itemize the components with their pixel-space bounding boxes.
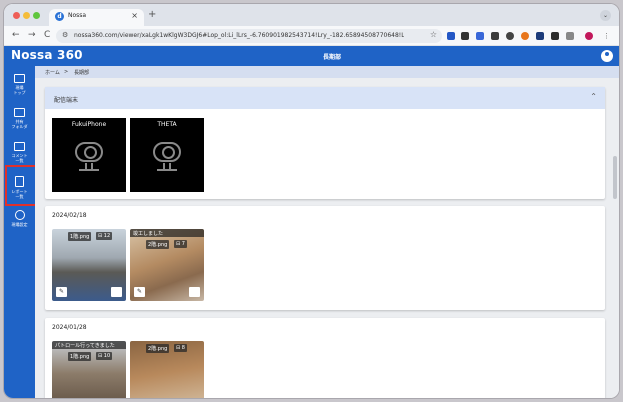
select-checkbox[interactable] (111, 287, 122, 297)
browser-tab[interactable]: d Nossa × (49, 9, 144, 26)
extension-orange-icon[interactable] (521, 32, 529, 40)
extensions-puzzle-icon[interactable] (566, 32, 574, 40)
webcam-icon (153, 142, 181, 162)
devices-card-header[interactable]: 配信端末 ⌃ (45, 87, 605, 109)
edit-icon[interactable]: ✎ (134, 287, 145, 297)
group-date: 2024/01/28 (52, 324, 87, 331)
sidebar-item-label: 一覧 (15, 158, 24, 163)
forward-button[interactable]: → (28, 30, 36, 40)
webcam-icon (75, 142, 103, 162)
collapse-chevron-icon[interactable]: ⌃ (590, 92, 597, 101)
photo-thumbnail[interactable]: パトロール行ってきました 1階.png ⊟ 10 (52, 341, 126, 398)
extension-black-icon[interactable] (551, 32, 559, 40)
photo-caption-bar: パトロール行ってきました (52, 341, 126, 349)
webcam-icon-base (157, 169, 177, 171)
breadcrumb: ホーム > 長期部 (35, 66, 619, 78)
page-title: 長期部 (323, 54, 342, 61)
main-content: 配信端末 ⌃ FukuiPhone THETA 2024/02/18 1階.pn… (35, 78, 619, 398)
app-logo[interactable]: Nossa 360 (11, 48, 83, 62)
devices-card: 配信端末 ⌃ FukuiPhone THETA (45, 87, 605, 199)
photo-file-label: 1階.png (68, 232, 92, 241)
breadcrumb-home[interactable]: ホーム (45, 69, 60, 76)
site-favicon-icon: d (55, 12, 64, 21)
photo-thumbnail[interactable]: 1階.png ⊟ 12 ✎ (52, 229, 126, 301)
photo-count-badge: ⊟ 8 (174, 344, 187, 352)
photo-count-badge: ⊟ 12 (96, 232, 113, 240)
sidebar: 現場 トップ 共有 フォルダ コメント 一覧 レポート 一覧 現場設定 (4, 66, 35, 398)
devices-card-title: 配信端末 (54, 97, 79, 104)
edit-icon[interactable]: ✎ (56, 287, 67, 297)
sidebar-item-label: 現場設定 (11, 222, 28, 227)
close-window-button[interactable] (13, 12, 20, 19)
extension-navy-icon[interactable] (536, 32, 544, 40)
zoom-window-button[interactable] (33, 12, 40, 19)
browser-toolbar: ← → C ⚙ nossa360.com/viewer/xaLgk1wKlgW3… (4, 26, 619, 46)
sidebar-item-label: フォルダ (11, 124, 28, 129)
photo-thumbnail[interactable]: 2階.png ⊟ 8 (130, 341, 204, 398)
sidebar-item-shared-folder[interactable]: 共有 フォルダ (4, 104, 35, 138)
gear-icon (14, 210, 25, 220)
tab-search-button[interactable]: ⌄ (600, 10, 611, 21)
folder-icon (14, 108, 25, 117)
date-group-card: 2024/02/18 1階.png ⊟ 12 ✎ 竣工しました 2階.png ⊟… (45, 206, 605, 310)
photo-file-label: 2階.png (146, 344, 170, 353)
address-url[interactable]: nossa360.com/viewer/xaLgk1wKlgW3DGJ6#Lop… (74, 32, 404, 39)
date-group-card: 2024/01/28 パトロール行ってきました 1階.png ⊟ 10 2階.p… (45, 318, 605, 398)
sidebar-item-site-top[interactable]: 現場 トップ (4, 70, 35, 104)
address-bar[interactable]: ⚙ nossa360.com/viewer/xaLgk1wKlgW3DGJ6#L… (56, 29, 442, 43)
device-tile[interactable]: FukuiPhone (52, 118, 126, 192)
extension-grid-icon[interactable] (461, 32, 469, 40)
breadcrumb-current: 長期部 (74, 70, 90, 76)
photo-caption: 竣工しました (133, 231, 164, 237)
extension-blue-icon[interactable] (476, 32, 484, 40)
browser-window: d Nossa × + ⌄ ← → C ⚙ nossa360.com/viewe… (4, 4, 619, 398)
account-icon[interactable] (601, 50, 613, 62)
select-checkbox[interactable] (189, 287, 200, 297)
minimize-window-button[interactable] (23, 12, 30, 19)
photo-count-badge: ⊟ 7 (174, 240, 187, 248)
device-name: THETA (157, 121, 177, 128)
extension-circle-icon[interactable] (506, 32, 514, 40)
back-button[interactable]: ← (12, 30, 20, 40)
profile-avatar[interactable] (585, 32, 593, 40)
group-date: 2024/02/18 (52, 212, 87, 219)
photo-thumbnail[interactable]: 竣工しました 2階.png ⊟ 7 ✎ (130, 229, 204, 301)
photo-file-label: 2階.png (146, 240, 170, 249)
scrollbar[interactable] (613, 156, 617, 199)
photo-caption-bar: 竣工しました (130, 229, 204, 237)
tab-strip: d Nossa × + ⌄ (4, 4, 619, 26)
extension-dark-icon[interactable] (491, 32, 499, 40)
photo-caption: パトロール行ってきました (55, 343, 115, 349)
sidebar-item-label: トップ (13, 90, 26, 95)
bookmark-star-icon[interactable]: ☆ (430, 30, 437, 39)
comment-icon (14, 142, 25, 151)
tab-title: Nossa (68, 12, 87, 19)
new-tab-button[interactable]: + (148, 9, 156, 20)
close-tab-icon[interactable]: × (131, 11, 138, 20)
device-tile[interactable]: THETA (130, 118, 204, 192)
site-info-icon[interactable]: ⚙ (62, 31, 68, 39)
reload-button[interactable]: C (44, 30, 50, 40)
sidebar-item-site-settings[interactable]: 現場設定 (4, 206, 35, 240)
extension-v-icon[interactable] (447, 32, 455, 40)
photo-count-badge: ⊟ 10 (96, 352, 113, 360)
webcam-icon-base (79, 169, 99, 171)
browser-menu-icon[interactable]: ⋮ (603, 32, 611, 40)
photo-file-label: 1階.png (68, 352, 92, 361)
app-header: Nossa 360 長期部 (4, 46, 619, 66)
site-map-icon (14, 74, 25, 83)
device-name: FukuiPhone (71, 121, 107, 128)
breadcrumb-separator: > (64, 69, 69, 75)
